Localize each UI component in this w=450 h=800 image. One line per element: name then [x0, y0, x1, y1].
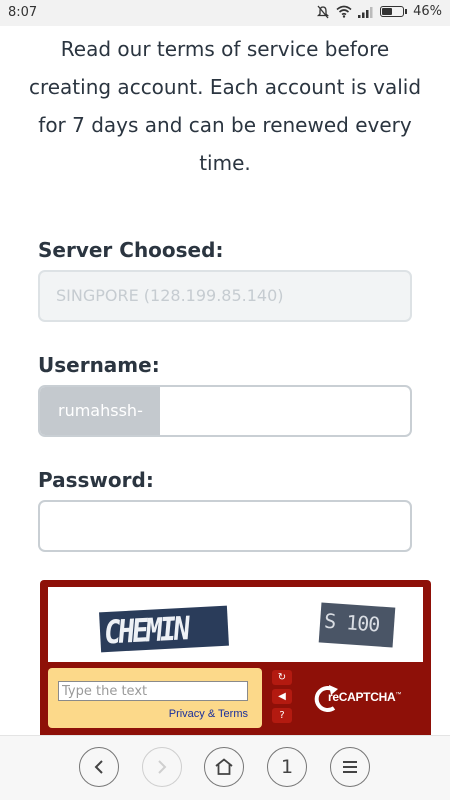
- server-label: Server Choosed:: [38, 238, 224, 262]
- captcha-response-panel: Privacy & Terms: [48, 668, 262, 728]
- chevron-left-icon: [94, 760, 103, 774]
- captcha-word: S 100: [318, 602, 396, 648]
- tab-count: 1: [280, 756, 294, 778]
- status-bar: 8:07 46%: [0, 0, 450, 26]
- mute-icon: [317, 5, 330, 18]
- refresh-icon[interactable]: ↻: [272, 670, 292, 685]
- intro-line: creating account. Each account is valid: [28, 75, 422, 99]
- audio-icon[interactable]: ◀: [272, 689, 292, 704]
- signal-icon: [358, 6, 373, 18]
- battery-percent: 46%: [413, 4, 442, 19]
- intro-line: Read our terms of service before: [60, 37, 390, 61]
- username-prefix: rumahssh-: [40, 387, 160, 435]
- status-time: 8:07: [8, 5, 38, 20]
- wifi-icon: [336, 5, 352, 18]
- server-field: SINGPORE (128.199.85.140): [38, 270, 412, 322]
- password-field[interactable]: [38, 500, 412, 552]
- captcha-word: CHEMIN: [99, 605, 229, 653]
- battery-icon: [380, 6, 408, 17]
- tabs-button[interactable]: 1: [267, 747, 307, 787]
- username-field[interactable]: rumahssh-: [38, 385, 412, 437]
- status-icons: 46%: [316, 4, 442, 19]
- browser-bottom-nav: 1: [0, 735, 450, 800]
- intro-line: for 7 days and can be renewed every: [38, 113, 412, 137]
- home-button[interactable]: [204, 747, 244, 787]
- intro-line: time.: [199, 151, 251, 175]
- home-icon: [215, 758, 233, 775]
- forward-button[interactable]: [142, 747, 182, 787]
- captcha-word-text: S 100: [323, 608, 381, 637]
- recaptcha-brand: reCAPTCHA™: [328, 690, 402, 704]
- server-value: SINGPORE (128.199.85.140): [56, 286, 284, 305]
- privacy-terms-link[interactable]: Privacy & Terms: [169, 708, 248, 720]
- terms-intro: Read our terms of service before creatin…: [20, 30, 430, 182]
- back-button[interactable]: [79, 747, 119, 787]
- recaptcha-logo: reCAPTCHA™: [312, 676, 422, 720]
- username-label: Username:: [38, 353, 160, 377]
- menu-button[interactable]: [330, 747, 370, 787]
- hamburger-icon: [343, 761, 357, 773]
- captcha-challenge-image: CHEMIN S 100: [48, 587, 423, 662]
- captcha-input[interactable]: [58, 681, 248, 701]
- recaptcha-widget: CHEMIN S 100 Privacy & Terms ↻ ◀ ? reCAP…: [40, 580, 431, 740]
- chevron-right-icon: [158, 760, 167, 774]
- captcha-word-text: CHEMIN: [102, 609, 189, 652]
- help-icon[interactable]: ?: [272, 708, 292, 723]
- password-label: Password:: [38, 468, 154, 492]
